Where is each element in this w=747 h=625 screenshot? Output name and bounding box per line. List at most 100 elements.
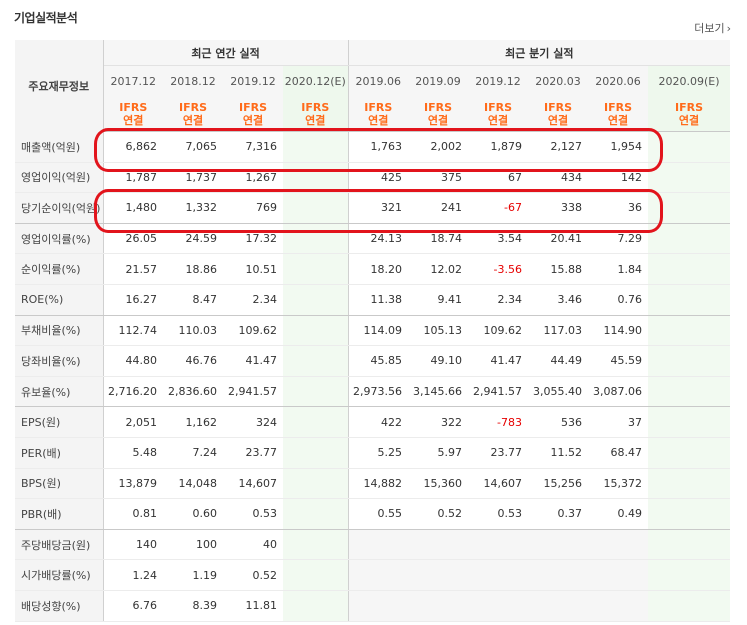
table-cell xyxy=(283,345,349,377)
table-cell: 3,145.66 xyxy=(408,376,469,408)
table-cell: 2,002 xyxy=(408,131,469,163)
table-cell: 769 xyxy=(223,192,283,224)
row-label: PER(배) xyxy=(15,437,104,469)
ifrs-label[interactable]: IFRS 연결 xyxy=(588,97,649,132)
table-cell xyxy=(283,498,349,530)
table-cell: 7,316 xyxy=(223,131,283,163)
ifrs-label[interactable]: IFRS 연결 xyxy=(283,97,349,132)
table-cell: 0.52 xyxy=(223,559,283,591)
table-cell xyxy=(648,131,731,163)
table-cell: 68.47 xyxy=(588,437,649,469)
row-label: PBR(배) xyxy=(15,498,104,530)
table-cell xyxy=(648,284,731,316)
table-cell xyxy=(648,468,731,500)
table-cell: 7.24 xyxy=(163,437,223,469)
table-cell: 18.74 xyxy=(408,223,469,255)
ifrs-label[interactable]: IFRS 연결 xyxy=(468,97,529,132)
row-label: 배당성향(%) xyxy=(15,590,104,622)
ifrs-text: IFRS xyxy=(179,101,207,114)
period-header: 2019.12 xyxy=(468,65,529,97)
table-cell xyxy=(468,559,529,591)
table-cell: 44.80 xyxy=(103,345,163,377)
table-cell: 375 xyxy=(408,162,469,194)
table-cell: 1,737 xyxy=(163,162,223,194)
table-cell: 24.59 xyxy=(163,223,223,255)
annual-group-header: 최근 연간 실적 xyxy=(103,40,349,66)
table-cell: 114.90 xyxy=(588,315,649,347)
ifrs-label[interactable]: IFRS 연결 xyxy=(528,97,589,132)
table-cell xyxy=(648,345,731,377)
table-cell: 45.85 xyxy=(348,345,409,377)
table-cell xyxy=(283,315,349,347)
table-row: BPS(원) 13,879 14,048 14,607 14,882 15,360 14,6… xyxy=(15,468,731,500)
table-cell: 322 xyxy=(408,406,469,438)
table-cell: 18.20 xyxy=(348,253,409,285)
table-cell xyxy=(528,529,589,561)
table-cell: 109.62 xyxy=(468,315,529,347)
table-cell: 9.41 xyxy=(408,284,469,316)
table-row: 매출액(억원) 6,862 7,065 7,316 1,763 2,002 1,879 2,1… xyxy=(15,131,731,163)
table-row: 순이익률(%) 21.57 18.86 10.51 18.20 12.02 -3.56 15.… xyxy=(15,253,731,285)
consolidated-text: 연결 xyxy=(607,114,629,127)
row-label: 부채비율(%) xyxy=(15,315,104,347)
table-cell xyxy=(648,192,731,224)
row-label: EPS(원) xyxy=(15,406,104,438)
ifrs-text: IFRS xyxy=(364,101,393,114)
row-label: 당기순이익(억원) xyxy=(15,192,104,224)
table-cell: 0.60 xyxy=(163,498,223,530)
table-cell: 321 xyxy=(348,192,409,224)
table-cell: 14,607 xyxy=(223,468,283,500)
table-cell: 8.47 xyxy=(163,284,223,316)
ifrs-text: IFRS xyxy=(544,101,573,114)
table-cell: 46.76 xyxy=(163,345,223,377)
table-row: ROE(%) 16.27 8.47 2.34 11.38 9.41 2.34 3.46 0.76 xyxy=(15,284,731,316)
period-header: 2017.12 xyxy=(103,65,163,97)
table-row: 영업이익률(%) 26.05 24.59 17.32 24.13 18.74 3.54 20.… xyxy=(15,223,731,255)
table-cell: 0.49 xyxy=(588,498,649,530)
table-cell xyxy=(283,223,349,255)
table-cell: 24.13 xyxy=(348,223,409,255)
ifrs-label[interactable]: IFRS 연결 xyxy=(163,97,223,132)
row-label-header: 주요재무정보 xyxy=(15,40,104,132)
table-cell xyxy=(648,406,731,438)
ifrs-label[interactable]: IFRS 연결 xyxy=(648,97,731,132)
table-cell: 2,941.57 xyxy=(223,376,283,408)
table-cell xyxy=(648,315,731,347)
table-cell: 1,162 xyxy=(163,406,223,438)
table-cell: 15,360 xyxy=(408,468,469,500)
table-cell: 11.38 xyxy=(348,284,409,316)
table-cell: 5.97 xyxy=(408,437,469,469)
period-header: 2020.09(E) xyxy=(648,65,731,97)
ifrs-label[interactable]: IFRS 연결 xyxy=(348,97,409,132)
table-cell xyxy=(348,559,409,591)
table-row: 유보율(%) 2,716.20 2,836.60 2,941.57 2,973.56 3,… xyxy=(15,376,731,408)
table-cell: 0.55 xyxy=(348,498,409,530)
table-cell xyxy=(648,559,731,591)
period-header: 2020.03 xyxy=(528,65,589,97)
table-cell: 100 xyxy=(163,529,223,561)
consolidated-text: 연결 xyxy=(678,114,700,127)
ifrs-label[interactable]: IFRS 연결 xyxy=(103,97,163,132)
quarter-group-header: 최근 분기 실적 xyxy=(348,40,731,66)
table-cell: 8.39 xyxy=(163,590,223,622)
table-cell: 20.41 xyxy=(528,223,589,255)
more-link[interactable]: 더보기 › xyxy=(694,20,731,36)
consolidated-text: 연결 xyxy=(427,114,449,127)
table-cell: 1.24 xyxy=(103,559,163,591)
ifrs-text: IFRS xyxy=(301,101,330,114)
table-cell: 7.29 xyxy=(588,223,649,255)
table-cell: 2,941.57 xyxy=(468,376,529,408)
table-cell: 0.52 xyxy=(408,498,469,530)
row-label: 유보율(%) xyxy=(15,376,104,408)
table-row: PER(배) 5.48 7.24 23.77 5.25 5.97 23.77 11.52 68.… xyxy=(15,437,731,469)
ifrs-label[interactable]: IFRS 연결 xyxy=(408,97,469,132)
table-cell: 109.62 xyxy=(223,315,283,347)
table-cell: 1.19 xyxy=(163,559,223,591)
table-cell xyxy=(283,468,349,500)
financial-table: 주요재무정보 최근 연간 실적 최근 분기 실적 2017.12 2018.12 2… xyxy=(15,40,731,622)
table-cell xyxy=(648,223,731,255)
table-cell: 1,879 xyxy=(468,131,529,163)
table-row: 영업이익(억원) 1,787 1,737 1,267 425 375 67 434 142 xyxy=(15,162,731,194)
consolidated-text: 연결 xyxy=(547,114,569,127)
ifrs-label[interactable]: IFRS 연결 xyxy=(223,97,283,132)
